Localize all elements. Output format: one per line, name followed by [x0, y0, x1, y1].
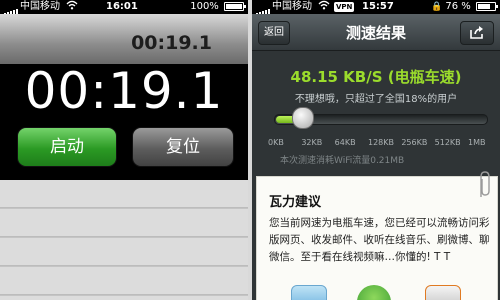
battery-percent: 100%: [190, 1, 219, 12]
status-bar: 中国移动 VPN 15:57 🔒 76 %: [252, 0, 500, 17]
wifi-icon: [318, 0, 330, 15]
meter-tick-label: 1MB: [468, 138, 486, 147]
share-icon: [470, 26, 483, 39]
status-time: 16:01: [106, 1, 138, 12]
battery-icon: [476, 1, 498, 11]
nav-bar: 返回 测速结果: [252, 14, 500, 51]
lock-icon: 🔒: [431, 2, 443, 12]
battery-indicator: 100%: [190, 0, 246, 14]
card-title: 瓦力建议: [269, 195, 322, 210]
meter-tick-label: 32KB: [301, 138, 323, 147]
chat-icon: [357, 285, 391, 300]
card-body: 您当前网速为电瓶车速，您已经可以流畅访问彩版网页、收发邮件、收听在线音乐、刷微博…: [269, 217, 490, 263]
battery-percent: 76 %: [445, 1, 471, 12]
meter-tick-label: 512KB: [434, 138, 461, 147]
paperclip-icon: [480, 171, 490, 197]
meter-tick-label: 64KB: [334, 138, 356, 147]
suggestion-card: 瓦力建议 您当前网速为电瓶车速，您已经可以流畅访问彩版网页、收发邮件、收听在线音…: [256, 171, 498, 300]
status-bar: 中国移动 16:01 100%: [0, 0, 248, 17]
data-usage-note: 本次测速消耗WiFi流量0.21MB: [280, 156, 405, 166]
webpage-icon: [291, 285, 327, 300]
carrier-label: 中国移动: [272, 1, 312, 12]
start-button[interactable]: 启动: [17, 127, 117, 167]
share-button[interactable]: [460, 21, 494, 45]
speed-test-result-screen: 中国移动 VPN 15:57 🔒 76 % 返回 测速结果 48.15 KB/S…: [252, 0, 500, 300]
speed-meter-knob: [291, 107, 314, 129]
reset-button[interactable]: 复位: [132, 127, 234, 167]
battery-indicator: 🔒 76 %: [431, 0, 498, 14]
vpn-badge: VPN: [334, 2, 355, 12]
mail-icon: [425, 285, 461, 300]
lap-display: 00:19.1: [0, 14, 248, 64]
speed-result: 48.15 KB/S (电瓶车速): [290, 68, 462, 86]
meter-tick-label: 256KB: [401, 138, 428, 147]
meter-tick-label: 128KB: [368, 138, 395, 147]
carrier-label: 中国移动: [20, 1, 60, 12]
main-time: 00:19.1: [24, 62, 224, 120]
stopwatch-screen: 中国移动 16:01 100% 00:19.1 00:19.1 启动 复位: [0, 0, 248, 300]
status-time: 15:57: [362, 1, 394, 12]
battery-icon: [224, 1, 246, 11]
meter-tick-label: 0KB: [268, 138, 284, 147]
speed-meter-ticks: 0KB 32KB 64KB 128KB 256KB 512KB 1MB: [268, 138, 490, 150]
wifi-icon: [66, 0, 78, 15]
lap-list: [0, 180, 248, 300]
speed-comparison-note: 不理想哦，只超过了全国18%的用户: [294, 94, 458, 105]
lap-time: 00:19.1: [131, 32, 212, 54]
